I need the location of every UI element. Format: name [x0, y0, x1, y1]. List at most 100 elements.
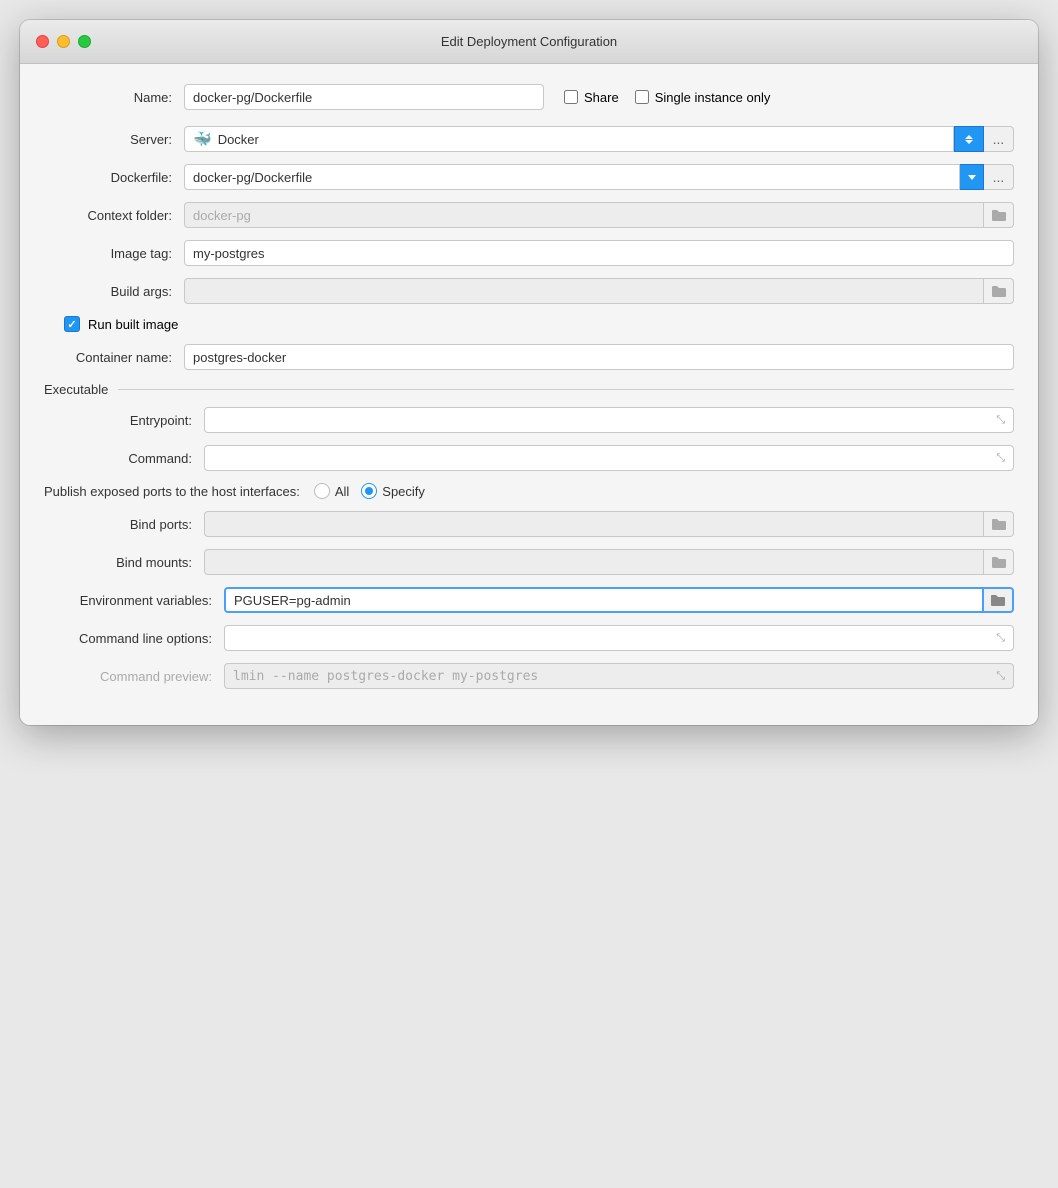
server-input[interactable]: 🐳 Docker [184, 126, 954, 152]
context-folder-label: Context folder: [44, 208, 184, 223]
single-instance-label: Single instance only [655, 90, 771, 105]
window-title: Edit Deployment Configuration [441, 34, 617, 49]
radio-all[interactable]: All [314, 483, 349, 499]
entrypoint-input[interactable]: ⤡ [204, 407, 1014, 433]
expand-icon-3[interactable]: ⤡ [996, 632, 1005, 645]
bind-ports-label: Bind ports: [44, 517, 204, 532]
share-checkbox[interactable] [564, 90, 578, 104]
folder-icon [991, 555, 1007, 569]
stepper-down-icon [965, 140, 973, 144]
command-input[interactable]: ⤡ [204, 445, 1014, 471]
run-built-image-row: ✓ Run built image [44, 316, 1014, 332]
dockerfile-value: docker-pg/Dockerfile [193, 170, 312, 185]
bind-ports-input[interactable] [204, 511, 984, 537]
entrypoint-label: Entrypoint: [44, 413, 204, 428]
image-tag-row: Image tag: [44, 240, 1014, 266]
dockerfile-label: Dockerfile: [44, 170, 184, 185]
context-folder-placeholder: docker-pg [193, 208, 251, 223]
traffic-lights [36, 35, 91, 48]
single-instance-checkbox[interactable] [635, 90, 649, 104]
docker-whale-icon: 🐳 [193, 130, 212, 148]
close-button[interactable] [36, 35, 49, 48]
server-value: Docker [218, 132, 259, 147]
dockerfile-row: Dockerfile: docker-pg/Dockerfile ... [44, 164, 1014, 190]
command-label: Command: [44, 451, 204, 466]
env-variables-value: PGUSER=pg-admin [234, 593, 351, 608]
command-preview-label: Command preview: [44, 669, 224, 684]
server-row: Server: 🐳 Docker ... [44, 126, 1014, 152]
checkmark-icon: ✓ [67, 318, 76, 331]
form-content: Name: Share Single instance only Server:… [20, 64, 1038, 725]
bind-mounts-input[interactable] [204, 549, 984, 575]
share-label: Share [584, 90, 619, 105]
name-row: Name: Share Single instance only [44, 84, 1014, 110]
folder-icon [991, 208, 1007, 222]
bind-ports-row: Bind ports: [44, 511, 1014, 537]
build-args-row: Build args: [44, 278, 1014, 304]
expand-icon[interactable]: ⤡ [996, 414, 1005, 427]
context-folder-button[interactable] [984, 202, 1014, 228]
dockerfile-select[interactable]: docker-pg/Dockerfile [184, 164, 960, 190]
share-group: Share [564, 90, 619, 105]
server-stepper[interactable] [954, 126, 984, 152]
command-preview-row: Command preview: lmin --name postgres-do… [44, 663, 1014, 689]
server-ellipsis-button[interactable]: ... [984, 126, 1014, 152]
image-tag-input[interactable] [184, 240, 1014, 266]
radio-specify-label: Specify [382, 484, 425, 499]
dockerfile-ellipsis-button[interactable]: ... [984, 164, 1014, 190]
stepper-up-icon [965, 135, 973, 139]
executable-section: Executable [44, 382, 1014, 397]
command-line-options-input[interactable]: ⤡ [224, 625, 1014, 651]
radio-specify-button[interactable] [361, 483, 377, 499]
bind-mounts-label: Bind mounts: [44, 555, 204, 570]
dropdown-arrow-icon [968, 175, 976, 180]
image-tag-label: Image tag: [44, 246, 184, 261]
context-folder-input[interactable]: docker-pg [184, 202, 984, 228]
radio-all-button[interactable] [314, 483, 330, 499]
expand-icon-2[interactable]: ⤡ [996, 452, 1005, 465]
container-name-row: Container name: [44, 344, 1014, 370]
container-name-label: Container name: [44, 350, 184, 365]
command-preview-field: lmin --name postgres-docker my-postgres … [224, 663, 1014, 689]
radio-all-label: All [335, 484, 349, 499]
entrypoint-row: Entrypoint: ⤡ [44, 407, 1014, 433]
context-folder-row: Context folder: docker-pg [44, 202, 1014, 228]
build-args-label: Build args: [44, 284, 184, 299]
env-variables-input[interactable]: PGUSER=pg-admin [224, 587, 984, 613]
name-label: Name: [44, 90, 184, 105]
ports-description: Publish exposed ports to the host interf… [44, 484, 314, 499]
titlebar: Edit Deployment Configuration [20, 20, 1038, 64]
single-instance-group: Single instance only [635, 90, 771, 105]
dockerfile-dropdown-button[interactable] [960, 164, 984, 190]
command-preview-value: lmin --name postgres-docker my-postgres [233, 669, 538, 684]
publish-ports-row: Publish exposed ports to the host interf… [44, 483, 1014, 499]
server-label: Server: [44, 132, 184, 147]
name-input[interactable] [184, 84, 544, 110]
top-row-right: Share Single instance only [564, 90, 770, 105]
radio-group: All Specify [314, 483, 425, 499]
run-built-image-label: Run built image [88, 317, 178, 332]
main-window: Edit Deployment Configuration Name: Shar… [20, 20, 1038, 725]
radio-inner-dot [365, 487, 373, 495]
env-variables-row: Environment variables: PGUSER=pg-admin [44, 587, 1014, 613]
folder-icon [991, 517, 1007, 531]
minimize-button[interactable] [57, 35, 70, 48]
divider-line [118, 389, 1014, 390]
run-built-image-checkbox[interactable]: ✓ [64, 316, 80, 332]
bind-mounts-row: Bind mounts: [44, 549, 1014, 575]
folder-icon [990, 593, 1006, 607]
env-variables-label: Environment variables: [44, 593, 224, 608]
bind-ports-folder-button[interactable] [984, 511, 1014, 537]
maximize-button[interactable] [78, 35, 91, 48]
command-row: Command: ⤡ [44, 445, 1014, 471]
build-args-input[interactable] [184, 278, 984, 304]
folder-icon [991, 284, 1007, 298]
bind-mounts-folder-button[interactable] [984, 549, 1014, 575]
command-line-options-row: Command line options: ⤡ [44, 625, 1014, 651]
container-name-input[interactable] [184, 344, 1014, 370]
expand-icon-4[interactable]: ⤡ [996, 670, 1005, 683]
command-line-options-label: Command line options: [44, 631, 224, 646]
radio-specify[interactable]: Specify [361, 483, 425, 499]
build-args-folder-button[interactable] [984, 278, 1014, 304]
env-variables-folder-button[interactable] [984, 587, 1014, 613]
